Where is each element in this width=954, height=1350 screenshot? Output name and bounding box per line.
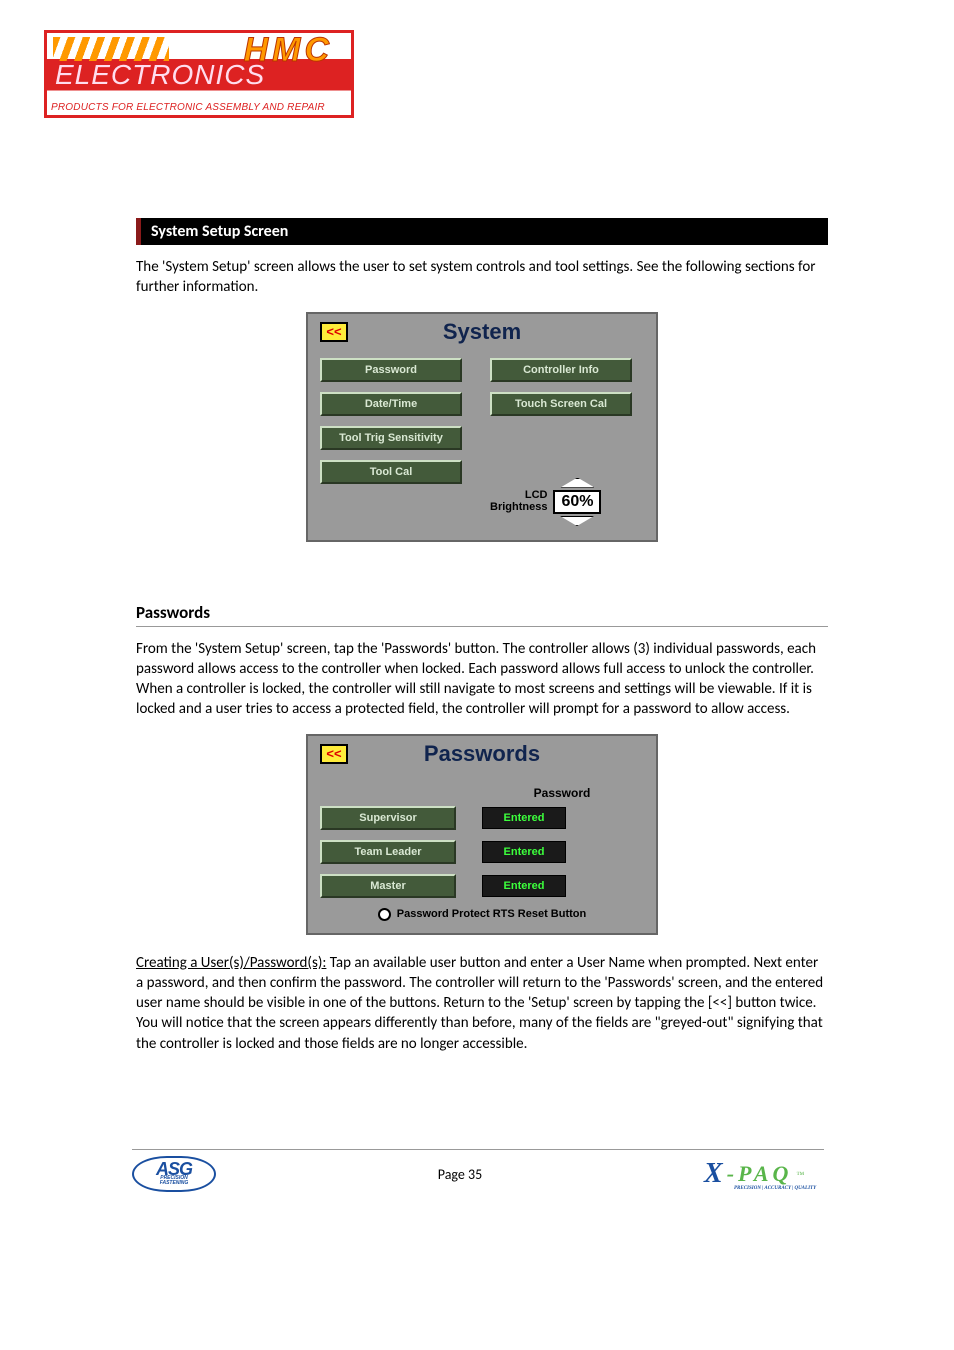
page-number: Page 35 [438, 1166, 482, 1183]
lcd-brightness-label: LCD Brightness [490, 490, 547, 513]
screen-title-system: System [320, 319, 644, 345]
passwords-screenshot: << Passwords Password Supervisor Entered… [306, 734, 658, 935]
master-button[interactable]: Master [320, 874, 456, 898]
creating-users-lead: Creating a User(s)/Password(s): [136, 954, 326, 972]
password-protect-rts-label: Password Protect RTS Reset Button [397, 908, 586, 920]
team-leader-status: Entered [482, 841, 566, 863]
password-button[interactable]: Password [320, 358, 462, 382]
passwords-paragraph: From the 'System Setup' screen, tap the … [136, 639, 828, 720]
supervisor-button[interactable]: Supervisor [320, 806, 456, 830]
system-screenshot: << System Password Controller Info Date/… [306, 312, 658, 542]
team-leader-button[interactable]: Team Leader [320, 840, 456, 864]
intro-paragraph: The 'System Setup' screen allows the use… [136, 257, 828, 298]
brightness-value: 60% [553, 490, 601, 514]
page-footer: ASG PRECISION FASTENING Page 35 X -PAQ ™… [132, 1149, 824, 1194]
screen-title-passwords: Passwords [320, 741, 644, 767]
passwords-heading: Passwords [136, 602, 828, 627]
creating-users-paragraph: Creating a User(s)/Password(s): Tap an a… [136, 953, 828, 1054]
tool-trig-sensitivity-button[interactable]: Tool Trig Sensitivity [320, 426, 462, 450]
brightness-up-icon[interactable] [560, 478, 594, 488]
brightness-down-icon[interactable] [560, 516, 594, 526]
hmc-logo: HMC ELECTRONICS PRODUCTS FOR ELECTRONIC … [44, 30, 354, 118]
tool-cal-button[interactable]: Tool Cal [320, 460, 462, 484]
section-heading-system-setup: System Setup Screen [136, 218, 828, 245]
password-protect-rts-radio[interactable] [378, 908, 391, 921]
password-column-label: Password [480, 786, 644, 800]
asg-logo: ASG PRECISION FASTENING [132, 1156, 216, 1192]
logo-tagline: PRODUCTS FOR ELECTRONIC ASSEMBLY AND REP… [51, 102, 325, 113]
supervisor-status: Entered [482, 807, 566, 829]
controller-info-button[interactable]: Controller Info [490, 358, 632, 382]
master-status: Entered [482, 875, 566, 897]
logo-electronics-text: ELECTRONICS [55, 59, 265, 91]
date-time-button[interactable]: Date/Time [320, 392, 462, 416]
touch-screen-cal-button[interactable]: Touch Screen Cal [490, 392, 632, 416]
xpaq-logo: X -PAQ ™ PRECISION | ACCURACY | QUALITY [704, 1158, 824, 1190]
